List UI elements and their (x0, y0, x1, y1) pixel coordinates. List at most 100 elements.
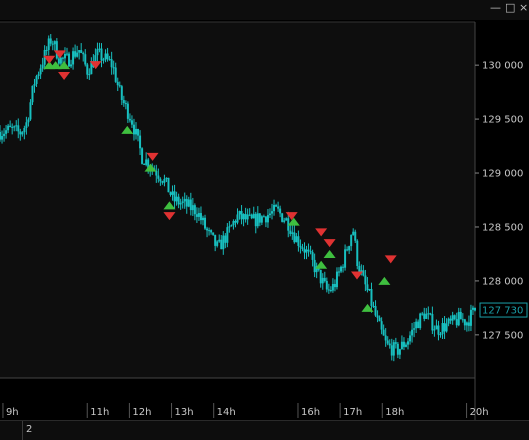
candle-body (384, 335, 387, 341)
candle-body (204, 217, 207, 229)
candle-body (201, 217, 204, 221)
candle-body (382, 329, 385, 336)
candle-body (354, 231, 357, 241)
candle-body (250, 214, 253, 219)
y-tick-label: 129 000 (482, 169, 523, 180)
candle-body (139, 135, 142, 149)
candle-body (3, 133, 6, 137)
candle-body (266, 215, 269, 223)
plot-area[interactable] (0, 22, 475, 378)
candle-body (415, 321, 418, 329)
candle-body (130, 120, 133, 125)
candle-body (179, 203, 182, 205)
candle-body (175, 196, 178, 202)
candle-body (76, 52, 79, 57)
candle-body (435, 325, 438, 330)
y-tick-label: 129 500 (482, 115, 523, 126)
candle-body (135, 128, 138, 135)
candle-body (238, 211, 241, 215)
candle-body (394, 342, 397, 344)
x-tick-label: 18h (385, 407, 404, 418)
candle-body (15, 125, 18, 127)
candle-body (279, 208, 282, 214)
x-tick-label: 9h (6, 407, 19, 418)
candle-body (295, 236, 298, 243)
candle-body (167, 177, 170, 193)
candle-body (137, 128, 140, 136)
candle-body (110, 59, 113, 68)
candle-body (465, 322, 468, 326)
candle-body (329, 289, 332, 291)
candle-body (102, 59, 105, 61)
candle-body (128, 118, 131, 121)
candle-body (191, 205, 194, 211)
candle-body (364, 275, 367, 285)
candle-body (301, 247, 304, 249)
candle-body (407, 341, 410, 345)
candle-body (86, 64, 89, 75)
candle-body (0, 132, 1, 140)
bottom-separator (22, 421, 23, 440)
candle-body (214, 234, 217, 246)
candle-body (165, 177, 168, 179)
candle-body (303, 248, 306, 253)
candle-body (173, 191, 176, 202)
candle-body (305, 249, 308, 253)
x-tick-label: 16h (301, 407, 320, 418)
candle-body (474, 307, 476, 311)
bottom-status-bar: 2 (0, 420, 529, 440)
candle-body (356, 240, 359, 266)
candle-body (244, 214, 247, 220)
candle-body (68, 53, 71, 67)
candle-body (232, 221, 235, 226)
candle-body (439, 334, 442, 336)
candle-body (240, 211, 243, 220)
candle-body (230, 225, 233, 227)
candle-body (55, 41, 58, 59)
candle-body (63, 53, 66, 59)
candle-body (80, 50, 83, 53)
candle-body (98, 48, 101, 50)
candle-body (208, 230, 211, 232)
candle-body (311, 252, 314, 260)
candle-body (293, 232, 296, 243)
candle-body (425, 313, 428, 319)
candle-body (189, 199, 192, 211)
candle-body (143, 163, 146, 165)
candle-body (29, 102, 32, 120)
candle-body (187, 199, 190, 207)
candle-body (252, 213, 255, 219)
candle-body (33, 83, 36, 86)
candle-body (380, 321, 383, 330)
candle-body (337, 271, 340, 273)
candle-body (21, 132, 24, 135)
candle-body (74, 51, 77, 57)
candle-body (112, 67, 115, 69)
candle-body (333, 284, 336, 288)
candle-body (242, 214, 245, 220)
candle-body (17, 125, 20, 132)
candle-body (13, 126, 16, 128)
y-tick-label: 130 000 (482, 61, 523, 72)
candle-body (19, 131, 22, 135)
candle-body (31, 85, 34, 103)
candle-body (78, 50, 81, 53)
candle-body (344, 249, 347, 268)
candle-body (35, 76, 38, 84)
y-tick-label: 128 500 (482, 222, 523, 233)
candle-body (169, 192, 172, 195)
page-indicator[interactable]: 2 (26, 424, 32, 435)
candle-body (471, 307, 474, 310)
candle-body (145, 159, 148, 165)
price-chart[interactable]: 127 500 128 000 128 500 129 000 129 500 130 0… (0, 0, 529, 420)
candle-body (120, 86, 123, 101)
candle-body (218, 239, 221, 242)
current-price-box: 127 730 (479, 302, 528, 318)
candle-body (126, 103, 129, 119)
x-tick-label: 17h (343, 407, 362, 418)
candle-body (457, 311, 460, 326)
candle-body (409, 335, 412, 342)
candle-body (445, 323, 448, 332)
candle-body (378, 317, 381, 322)
candle-body (216, 241, 219, 246)
